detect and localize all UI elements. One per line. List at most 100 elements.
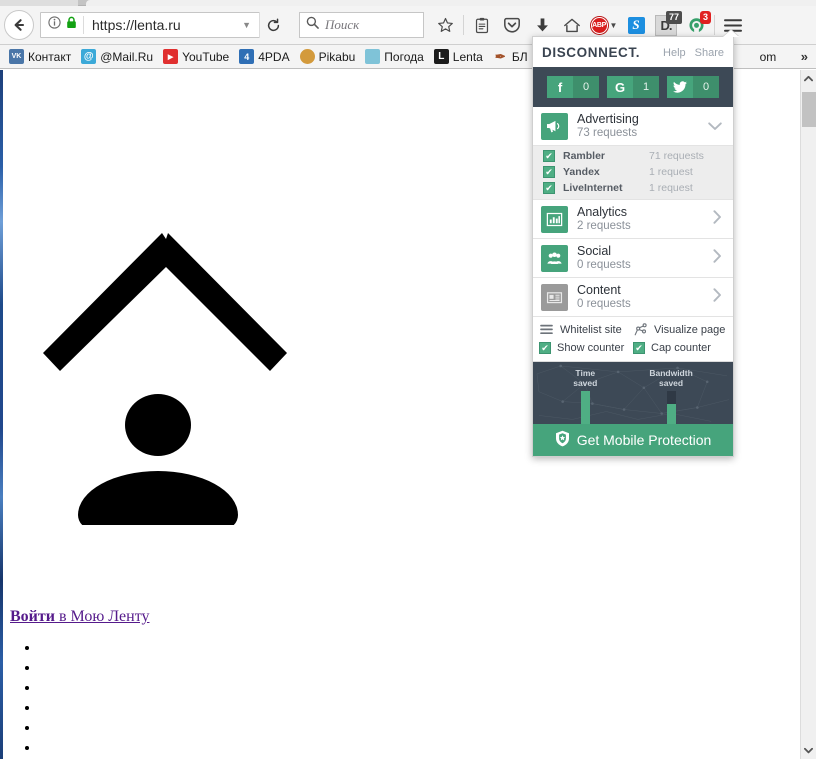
signin-link[interactable]: Войти в Мою Ленту — [10, 608, 150, 626]
tracker-name: Rambler — [563, 150, 649, 162]
get-mobile-protection-button[interactable]: Get Mobile Protection — [533, 424, 733, 456]
tracker-checkbox[interactable] — [543, 150, 555, 162]
search-input[interactable]: Поиск — [299, 12, 424, 38]
chevron-down-icon[interactable] — [708, 118, 725, 135]
chevron-right-icon[interactable] — [713, 249, 725, 267]
bookmark-item-youtube[interactable]: ▶ YouTube — [160, 49, 236, 64]
youtube-icon: ▶ — [163, 49, 178, 64]
chevron-down-icon[interactable]: ▼ — [610, 21, 618, 30]
stat-label-line1: Bandwidth — [649, 368, 692, 378]
tracker-row-rambler[interactable]: Rambler 71 requests — [533, 148, 733, 164]
bookmark-item-vk[interactable]: VK Контакт — [6, 49, 78, 64]
signin-link-bold: Войти — [10, 608, 55, 625]
abp-badge-label: ABP — [591, 17, 608, 34]
reading-list-icon[interactable] — [467, 10, 497, 40]
disconnect-popup: DISCONNECT. Help Share f 0 G 1 — [532, 36, 734, 457]
tab-background-left[interactable] — [0, 0, 78, 6]
scroll-down-icon[interactable] — [801, 742, 816, 759]
bookmark-label: Погода — [384, 50, 424, 64]
bar-chart-icon — [541, 206, 568, 233]
category-requests: 0 requests — [577, 297, 713, 311]
megaphone-icon — [541, 113, 568, 140]
url-text[interactable]: https://lenta.ru — [84, 17, 234, 33]
cap-counter-option[interactable]: Cap counter — [633, 342, 727, 354]
tracker-checkbox[interactable] — [543, 166, 555, 178]
cap-counter-checkbox[interactable] — [633, 342, 645, 354]
bookmark-item-pikabu[interactable]: Pikabu — [297, 49, 363, 64]
category-analytics[interactable]: Analytics 2 requests — [533, 200, 733, 239]
chevron-right-icon[interactable] — [713, 210, 725, 228]
bookmark-star-icon[interactable] — [430, 10, 460, 40]
site-identity[interactable] — [41, 16, 83, 34]
bookmark-item-om[interactable]: om — [757, 50, 784, 64]
bandwidth-saved-bar-fill — [667, 404, 676, 424]
category-social[interactable]: Social 0 requests — [533, 239, 733, 278]
pocket-icon[interactable] — [497, 10, 527, 40]
bookmark-item-pogoda[interactable]: Погода — [362, 49, 431, 64]
popup-options: Whitelist site Visualize page — [533, 317, 733, 362]
chevron-down-icon[interactable]: ▼ — [234, 20, 259, 30]
disconnect-logo: DISCONNECT. — [542, 45, 640, 60]
bookmark-item-bl[interactable]: ✒ БЛ — [490, 49, 535, 64]
bookmarks-overflow-icon[interactable]: » — [793, 49, 816, 64]
share-link[interactable]: Share — [695, 47, 724, 59]
twitter-icon — [667, 76, 693, 98]
tracker-requests: 1 request — [649, 182, 693, 194]
lenta-logo-glyph — [40, 225, 290, 525]
stat-label-line2: saved — [659, 378, 683, 388]
bookmark-label: YouTube — [182, 50, 229, 64]
bookmark-item-4pda[interactable]: 4 4PDA — [236, 49, 296, 64]
option-label: Visualize page — [654, 324, 725, 336]
category-advertising[interactable]: Advertising 73 requests — [533, 107, 733, 146]
tracker-requests: 1 request — [649, 166, 693, 178]
stat-label-line1: Time — [575, 368, 595, 378]
options-row-checkboxes: Show counter Cap counter — [533, 339, 733, 357]
bookmark-item-mailru[interactable]: @ @Mail.Ru — [78, 49, 160, 64]
empty-bullet-list — [20, 640, 40, 759]
show-counter-checkbox[interactable] — [539, 342, 551, 354]
bookmark-item-lenta[interactable]: L Lenta — [431, 49, 490, 64]
whitelist-site-button[interactable]: Whitelist site — [539, 324, 633, 336]
scrollbar-thumb[interactable] — [802, 92, 816, 127]
url-bar[interactable]: https://lenta.ru ▼ — [40, 12, 260, 38]
facebook-share-button[interactable]: f 0 — [547, 76, 599, 98]
hamburger-lines-icon — [539, 324, 554, 335]
page-info-icon[interactable] — [48, 16, 61, 34]
tracker-checkbox[interactable] — [543, 182, 555, 194]
reload-icon[interactable] — [259, 12, 287, 38]
option-label: Cap counter — [651, 342, 711, 354]
bookmark-label: Lenta — [453, 50, 483, 64]
toolbar-divider-2 — [714, 15, 715, 35]
option-label: Whitelist site — [560, 324, 622, 336]
stat-bandwidth-saved: Bandwidth saved — [649, 368, 692, 424]
bookmark-label: @Mail.Ru — [100, 50, 153, 64]
tab-active[interactable] — [86, 0, 816, 6]
lenta-icon: L — [434, 49, 449, 64]
disconnect-counter-badge: 77 — [666, 11, 682, 24]
bookmark-label: om — [760, 50, 777, 64]
bookmark-label: 4PDA — [258, 50, 289, 64]
show-counter-option[interactable]: Show counter — [539, 342, 633, 354]
vertical-scrollbar[interactable] — [800, 70, 816, 759]
back-arrow-icon[interactable] — [4, 10, 34, 40]
category-name: Advertising — [577, 112, 708, 126]
visualize-page-button[interactable]: Visualize page — [633, 323, 727, 336]
tracker-row-yandex[interactable]: Yandex 1 request — [533, 164, 733, 180]
google-share-button[interactable]: G 1 — [607, 76, 659, 98]
network-graph-background — [533, 362, 733, 423]
people-icon — [541, 245, 568, 272]
bookmark-label: Pikabu — [319, 50, 356, 64]
twitter-share-button[interactable]: 0 — [667, 76, 719, 98]
stat-label-line2: saved — [573, 378, 597, 388]
help-link[interactable]: Help — [663, 47, 686, 59]
stat-time-saved: Time saved — [573, 368, 597, 424]
search-icon — [306, 16, 319, 34]
chevron-right-icon[interactable] — [713, 288, 725, 306]
category-content[interactable]: Content 0 requests — [533, 278, 733, 317]
lock-icon[interactable] — [66, 16, 77, 34]
bookmark-label: БЛ — [512, 50, 528, 64]
shield-icon — [555, 430, 570, 450]
tracker-row-liveinternet[interactable]: LiveInternet 1 request — [533, 180, 733, 196]
scroll-up-icon[interactable] — [801, 70, 816, 87]
savings-stats-panel: Time saved Bandwidth saved — [533, 362, 733, 424]
